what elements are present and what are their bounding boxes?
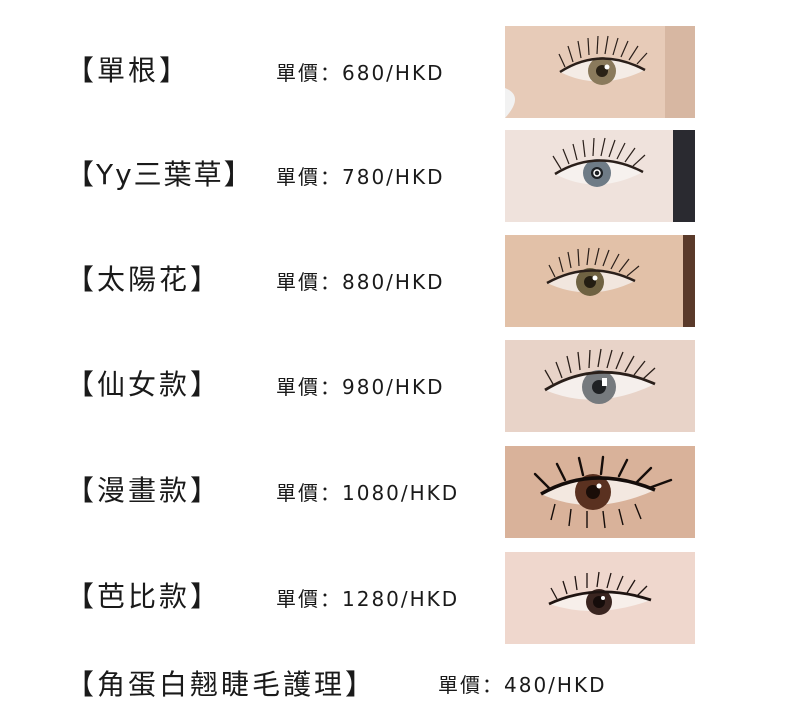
list-item: 【漫畫款】 單價：1080/HKD <box>0 446 806 538</box>
item-price: 單價：680/HKD <box>276 61 445 85</box>
eye-illustration <box>505 26 695 118</box>
eye-photo <box>505 552 695 644</box>
list-item: 【單根】 單價：680/HKD <box>0 26 806 118</box>
item-price: 單價：1080/HKD <box>276 481 460 505</box>
item-price: 單價：780/HKD <box>276 165 445 189</box>
eye-photo <box>505 26 695 118</box>
list-item: 【仙女款】 單價：980/HKD <box>0 340 806 432</box>
eye-illustration <box>505 235 695 327</box>
list-item: 【芭比款】 單價：1280/HKD <box>0 552 806 644</box>
item-price: 單價：480/HKD <box>438 673 607 697</box>
item-name: 【芭比款】 <box>66 580 222 613</box>
item-price: 單價：1280/HKD <box>276 587 460 611</box>
eye-photo <box>505 130 695 222</box>
item-name: 【Yy三葉草】 <box>66 158 254 191</box>
eye-illustration <box>505 340 695 432</box>
eye-illustration <box>505 446 695 538</box>
item-price: 單價：980/HKD <box>276 375 445 399</box>
item-name: 【角蛋白翹睫毛護理】 <box>66 668 377 701</box>
eye-photo <box>505 235 695 327</box>
eye-illustration <box>505 130 695 222</box>
item-name: 【太陽花】 <box>66 263 222 296</box>
eye-photo <box>505 446 695 538</box>
item-price: 單價：880/HKD <box>276 270 445 294</box>
item-name: 【漫畫款】 <box>66 474 222 507</box>
item-name: 【單根】 <box>66 54 191 87</box>
list-item: 【Yy三葉草】 單價：780/HKD <box>0 130 806 222</box>
list-item: 【太陽花】 單價：880/HKD <box>0 235 806 327</box>
eye-photo <box>505 340 695 432</box>
eye-illustration <box>505 552 695 644</box>
item-name: 【仙女款】 <box>66 368 222 401</box>
